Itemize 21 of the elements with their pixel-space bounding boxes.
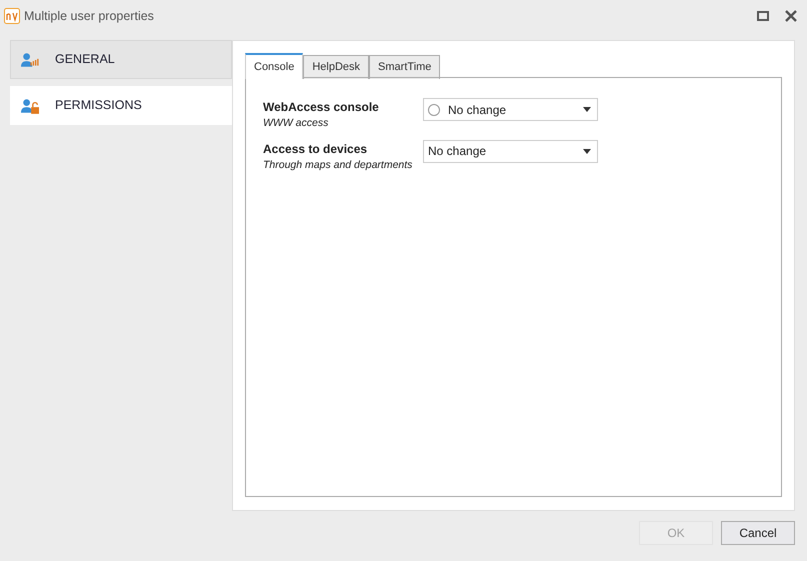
maximize-icon[interactable]	[757, 10, 769, 22]
setting-label: WebAccess console	[263, 99, 380, 116]
radio-button[interactable]	[428, 104, 440, 116]
user-signal-icon	[21, 52, 39, 68]
setting-label: Access to devices	[263, 140, 368, 158]
caret-icon	[583, 107, 591, 112]
caret-icon	[583, 148, 591, 154]
user-lock-icon	[21, 98, 39, 114]
sidebar-item[interactable]: PERMISSIONS	[10, 86, 232, 125]
app-logo-icon	[4, 8, 20, 24]
close-icon[interactable]	[785, 10, 797, 22]
dropdown[interactable]: No change	[423, 98, 598, 121]
sidebar-item[interactable]: GENERAL	[10, 40, 232, 79]
setting-hint: Through maps and departments	[263, 158, 414, 173]
tab[interactable]: Console	[245, 53, 304, 79]
tab[interactable]: SmartTime	[369, 55, 440, 79]
setting-hint: WWW access	[263, 116, 330, 131]
dialog-button[interactable]: Cancel	[721, 521, 795, 545]
tab[interactable]: HelpDesk	[303, 55, 370, 79]
dropdown[interactable]: No change	[423, 140, 598, 163]
window-title: Multiple user properties	[24, 8, 154, 25]
